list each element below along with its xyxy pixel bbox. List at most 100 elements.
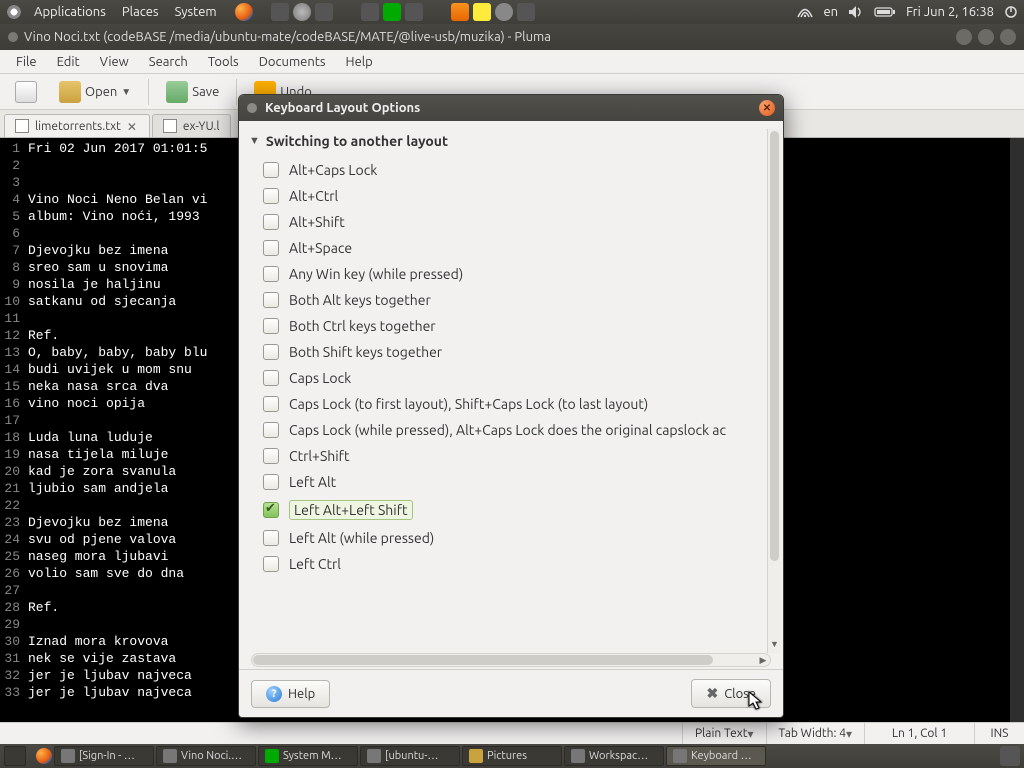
checkbox[interactable] — [263, 318, 279, 334]
layout-option[interactable]: Caps Lock — [263, 365, 763, 391]
shutdown-icon[interactable] — [1004, 5, 1018, 19]
insert-mode[interactable]: INS — [974, 723, 1024, 744]
checkbox[interactable] — [263, 188, 279, 204]
open-button[interactable]: Open▼ — [50, 77, 140, 107]
battery-icon[interactable] — [874, 6, 896, 18]
launcher-icon[interactable] — [361, 3, 379, 21]
layout-option[interactable]: Both Alt keys together — [263, 287, 763, 313]
menu-help[interactable]: Help — [336, 55, 383, 69]
launcher-icon[interactable] — [271, 3, 289, 21]
chevron-down-icon[interactable]: ▼ — [121, 86, 131, 98]
option-label: Both Alt keys together — [289, 292, 431, 308]
layout-option[interactable]: Both Ctrl keys together — [263, 313, 763, 339]
network-icon[interactable] — [797, 6, 813, 18]
checkbox[interactable] — [263, 344, 279, 360]
tab-label: ex-YU.l — [183, 120, 220, 133]
checkbox[interactable] — [263, 556, 279, 572]
menu-system[interactable]: System — [167, 5, 225, 19]
layout-option[interactable]: Both Shift keys together — [263, 339, 763, 365]
horizontal-scrollbar[interactable]: ◀ ▶ — [251, 653, 771, 667]
keyboard-indicator[interactable]: en — [823, 5, 838, 19]
document-tab[interactable]: limetorrents.txt✕ — [4, 114, 150, 137]
close-button[interactable] — [1000, 29, 1016, 45]
layout-option[interactable]: Alt+Ctrl — [263, 183, 763, 209]
save-button[interactable]: Save — [157, 77, 228, 107]
taskbar-item[interactable]: Vino Noci.… — [156, 746, 256, 766]
launcher-icon[interactable] — [517, 3, 535, 21]
launcher-icon[interactable] — [315, 3, 333, 21]
checkbox[interactable] — [263, 530, 279, 546]
syntax-selector[interactable]: Plain Text — [682, 723, 766, 744]
tabwidth-selector[interactable]: Tab Width: 4 — [766, 723, 864, 744]
checkbox[interactable] — [263, 162, 279, 178]
checkbox[interactable] — [263, 422, 279, 438]
layout-option[interactable]: Alt+Shift — [263, 209, 763, 235]
menu-places[interactable]: Places — [114, 5, 167, 19]
dialog-close-icon[interactable]: ✕ — [759, 100, 775, 116]
section-expander[interactable]: ▼ Switching to another layout — [249, 129, 763, 157]
maximize-button[interactable] — [978, 29, 994, 45]
menu-file[interactable]: File — [6, 55, 47, 69]
layout-option[interactable]: Left Alt (while pressed) — [263, 525, 763, 551]
launcher-icon[interactable] — [405, 3, 423, 21]
editor-scrollbar[interactable] — [1010, 138, 1024, 722]
distributor-logo-icon[interactable] — [6, 4, 22, 20]
menu-tools[interactable]: Tools — [198, 55, 249, 69]
menu-search[interactable]: Search — [139, 55, 198, 69]
launcher-icon[interactable] — [473, 3, 491, 21]
checkbox[interactable] — [263, 370, 279, 386]
taskbar-item[interactable]: [ubuntu-… — [360, 746, 460, 766]
scrollbar-thumb[interactable] — [253, 655, 713, 665]
vlc-launcher-icon[interactable] — [451, 3, 469, 21]
show-desktop-button[interactable] — [4, 746, 26, 766]
checkbox[interactable] — [263, 448, 279, 464]
minimize-button[interactable] — [956, 29, 972, 45]
new-button[interactable] — [6, 77, 46, 107]
menu-view[interactable]: View — [90, 55, 139, 69]
vertical-scrollbar[interactable]: ▲ ▼ — [767, 129, 781, 653]
tab-close-icon[interactable]: ✕ — [127, 120, 139, 132]
checkbox[interactable] — [263, 474, 279, 490]
clock[interactable]: Fri Jun 2, 16:38 — [906, 5, 994, 19]
firefox-taskbar-icon[interactable] — [36, 748, 52, 764]
taskbar-item[interactable]: Pictures — [462, 746, 562, 766]
taskbar-item[interactable]: [Sign-In - … — [54, 746, 154, 766]
scroll-down-icon[interactable]: ▼ — [768, 639, 781, 653]
window-title: Vino Noci.txt (codeBASE /media/ubuntu-ma… — [24, 30, 551, 44]
close-button[interactable]: ✖ Close — [691, 679, 771, 708]
taskbar-item[interactable]: Workspac… — [564, 746, 664, 766]
taskbar-item[interactable]: Keyboard … — [666, 746, 766, 766]
firefox-launcher-icon[interactable] — [235, 3, 253, 21]
tray-icon[interactable] — [1000, 746, 1020, 766]
checkbox[interactable] — [263, 292, 279, 308]
layout-option[interactable]: Left Alt+Left Shift — [263, 495, 763, 525]
checkbox[interactable] — [263, 502, 279, 518]
window-titlebar[interactable]: Vino Noci.txt (codeBASE /media/ubuntu-ma… — [0, 24, 1024, 50]
layout-option[interactable]: Alt+Space — [263, 235, 763, 261]
layout-option[interactable]: Ctrl+Shift — [263, 443, 763, 469]
checkbox[interactable] — [263, 266, 279, 282]
layout-option[interactable]: Left Alt — [263, 469, 763, 495]
launcher-icon[interactable] — [495, 3, 513, 21]
bottom-panel: [Sign-In - … Vino Noci.… System M… [ubun… — [0, 744, 1024, 768]
menu-documents[interactable]: Documents — [249, 55, 336, 69]
checkbox[interactable] — [263, 396, 279, 412]
menu-applications[interactable]: Applications — [26, 5, 114, 19]
menu-edit[interactable]: Edit — [47, 55, 90, 69]
volume-icon[interactable] — [848, 5, 864, 19]
taskbar-item[interactable]: System M… — [258, 746, 358, 766]
help-button[interactable]: ? Help — [251, 680, 330, 708]
layout-option[interactable]: Alt+Caps Lock — [263, 157, 763, 183]
document-tab[interactable]: ex-YU.l — [152, 114, 231, 137]
scroll-right-icon[interactable]: ▶ — [756, 654, 770, 666]
launcher-icon[interactable] — [293, 3, 311, 21]
launcher-icon[interactable] — [383, 3, 401, 21]
checkbox[interactable] — [263, 240, 279, 256]
layout-option[interactable]: Caps Lock (while pressed), Alt+Caps Lock… — [263, 417, 763, 443]
layout-option[interactable]: Left Ctrl — [263, 551, 763, 577]
dialog-titlebar[interactable]: Keyboard Layout Options ✕ — [239, 95, 783, 121]
checkbox[interactable] — [263, 214, 279, 230]
scrollbar-thumb[interactable] — [770, 131, 779, 561]
layout-option[interactable]: Any Win key (while pressed) — [263, 261, 763, 287]
layout-option[interactable]: Caps Lock (to first layout), Shift+Caps … — [263, 391, 763, 417]
